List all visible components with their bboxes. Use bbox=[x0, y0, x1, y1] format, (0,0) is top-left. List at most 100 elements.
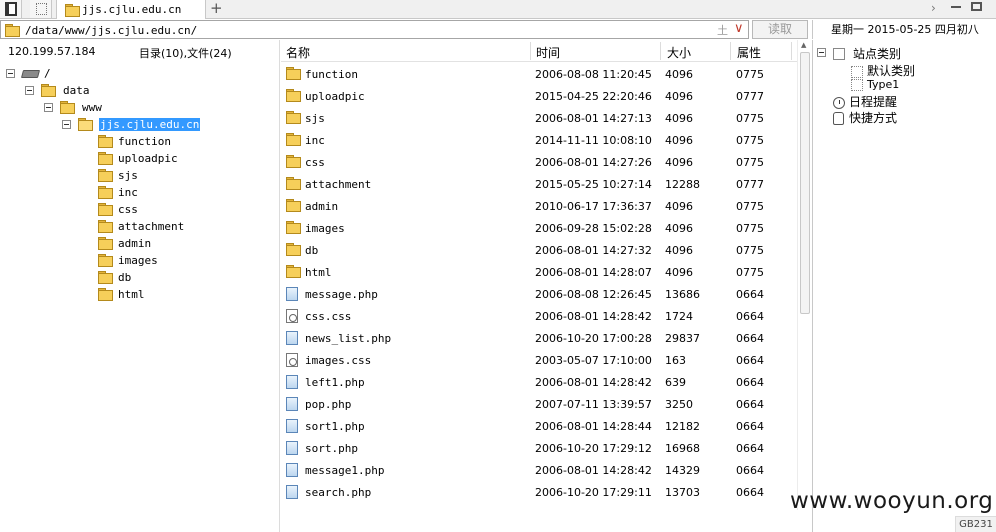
file-size: 13686 bbox=[665, 288, 700, 301]
file-row[interactable]: news_list.php 2006-10-20 17:00:28 29837 066… bbox=[281, 327, 796, 349]
add-tab-button[interactable]: + bbox=[210, 1, 224, 16]
watermark: www.wooyun.org bbox=[790, 488, 994, 514]
collapse-icon[interactable] bbox=[6, 69, 15, 78]
minimize-button[interactable] bbox=[951, 6, 961, 8]
file-time: 2006-08-01 14:27:13 bbox=[535, 112, 652, 125]
file-row[interactable]: db 2006-08-01 14:27:32 4096 0775 bbox=[281, 239, 796, 261]
folder-icon bbox=[98, 169, 113, 182]
file-row[interactable]: sort1.php 2006-08-01 14:28:44 12182 0664 bbox=[281, 415, 796, 437]
column-divider[interactable] bbox=[791, 42, 792, 60]
file-time: 2007-07-11 13:39:57 bbox=[535, 398, 652, 411]
file-name: inc bbox=[305, 134, 325, 147]
file-row[interactable]: function 2006-08-08 11:20:45 4096 0775 bbox=[281, 63, 796, 85]
column-header-size[interactable]: 大小 bbox=[667, 44, 691, 61]
file-row[interactable]: inc 2014-11-11 10:08:10 4096 0775 bbox=[281, 129, 796, 151]
file-row[interactable]: css 2006-08-01 14:27:26 4096 0775 bbox=[281, 151, 796, 173]
maximize-button[interactable] bbox=[971, 2, 982, 11]
tree-label: attachment bbox=[118, 220, 185, 233]
tree-label: www bbox=[82, 101, 102, 114]
file-row[interactable]: pop.php 2007-07-11 13:39:57 3250 0664 bbox=[281, 393, 796, 415]
collapse-icon[interactable] bbox=[44, 103, 53, 112]
file-row[interactable]: search.php 2006-10-20 17:29:11 13703 0664 bbox=[281, 481, 796, 503]
column-divider[interactable] bbox=[530, 42, 531, 60]
category-box-icon bbox=[851, 79, 863, 91]
column-header-perm[interactable]: 属性 bbox=[737, 44, 761, 61]
file-size: 3250 bbox=[665, 398, 693, 411]
file-row[interactable]: images 2006-09-28 15:02:28 4096 0775 bbox=[281, 217, 796, 239]
item-count: 目录(10),文件(24) bbox=[139, 47, 232, 60]
chevron-down-icon[interactable]: ∨ bbox=[734, 21, 744, 36]
vertical-scrollbar[interactable]: ▲ bbox=[797, 40, 811, 510]
file-name: sort1.php bbox=[305, 420, 365, 433]
column-header-name[interactable]: 名称 bbox=[286, 44, 310, 61]
file-time: 2006-08-01 14:28:42 bbox=[535, 376, 652, 389]
file-row[interactable]: images.css 2003-05-07 17:10:00 163 0664 bbox=[281, 349, 796, 371]
category-label: 站点类别 bbox=[853, 47, 902, 61]
file-row[interactable]: html 2006-08-01 14:28:07 4096 0775 bbox=[281, 261, 796, 283]
tree-label: sjs bbox=[118, 169, 138, 182]
file-perm: 0664 bbox=[736, 464, 764, 477]
file-list-header: 名称 时间 大小 属性 bbox=[281, 40, 811, 62]
folder-icon bbox=[98, 220, 113, 233]
file-row[interactable]: sjs 2006-08-01 14:27:13 4096 0775 bbox=[281, 107, 796, 129]
column-divider[interactable] bbox=[660, 42, 661, 60]
encoding-badge[interactable]: GB231 bbox=[955, 516, 996, 532]
file-row[interactable]: message.php 2006-08-08 12:26:45 13686 0664 bbox=[281, 283, 796, 305]
scrollbar-thumb[interactable] bbox=[800, 52, 810, 314]
folder-icon bbox=[98, 152, 113, 165]
file-size: 12288 bbox=[665, 178, 700, 191]
file-row[interactable]: admin 2010-06-17 17:36:37 4096 0775 bbox=[281, 195, 796, 217]
file-name: pop.php bbox=[305, 398, 352, 411]
chevron-right-icon[interactable]: › bbox=[931, 1, 936, 15]
history-icon[interactable]: 土 bbox=[717, 22, 728, 38]
path-input[interactable] bbox=[25, 23, 715, 37]
server-ip: 120.199.57.184 bbox=[8, 45, 96, 58]
file-time: 2006-10-20 17:29:12 bbox=[535, 442, 652, 455]
php-file-icon bbox=[286, 331, 298, 345]
default-category-item[interactable]: 默认类别 bbox=[851, 62, 915, 79]
file-row[interactable]: left1.php 2006-08-01 14:28:42 639 0664 bbox=[281, 371, 796, 393]
file-row[interactable]: sort.php 2006-10-20 17:29:12 16968 0664 bbox=[281, 437, 796, 459]
folder-icon bbox=[286, 221, 301, 234]
read-button[interactable]: 读取 bbox=[752, 20, 808, 39]
file-size: 4096 bbox=[665, 134, 693, 147]
file-perm: 0664 bbox=[736, 354, 764, 367]
folder-icon bbox=[98, 288, 113, 301]
file-time: 2015-04-25 22:20:46 bbox=[535, 90, 652, 103]
folder-icon bbox=[5, 24, 20, 37]
file-time: 2014-11-11 10:08:10 bbox=[535, 134, 652, 147]
file-time: 2006-10-20 17:29:11 bbox=[535, 486, 652, 499]
file-perm: 0664 bbox=[736, 310, 764, 323]
tab-site[interactable]: jjs.cjlu.edu.cn bbox=[56, 0, 206, 19]
file-size: 4096 bbox=[665, 68, 693, 81]
clock-icon bbox=[833, 96, 845, 109]
collapse-icon[interactable] bbox=[62, 120, 71, 129]
page-button[interactable] bbox=[30, 0, 52, 18]
file-name: message1.php bbox=[305, 464, 385, 477]
file-row[interactable]: uploadpic 2015-04-25 22:20:46 4096 0777 bbox=[281, 85, 796, 107]
file-time: 2006-08-01 14:28:42 bbox=[535, 310, 652, 323]
site-panel: 站点类别 默认类别 Type1 日程提醒 快捷方式 bbox=[812, 40, 996, 532]
column-header-time[interactable]: 时间 bbox=[536, 44, 560, 61]
file-row[interactable]: message1.php 2006-08-01 14:28:42 14329 0664 bbox=[281, 459, 796, 481]
file-size: 14329 bbox=[665, 464, 700, 477]
file-row[interactable]: attachment 2015-05-25 10:27:14 12288 0777 bbox=[281, 173, 796, 195]
column-divider[interactable] bbox=[730, 42, 731, 60]
collapse-icon[interactable] bbox=[25, 86, 34, 95]
bookmark-button[interactable] bbox=[0, 0, 22, 18]
file-size: 4096 bbox=[665, 200, 693, 213]
folder-icon bbox=[98, 237, 113, 250]
scroll-up-icon[interactable]: ▲ bbox=[801, 41, 806, 49]
type1-item[interactable]: Type1 bbox=[851, 78, 899, 91]
file-name: message.php bbox=[305, 288, 378, 301]
schedule-item[interactable]: 日程提醒 bbox=[833, 93, 897, 110]
file-name: search.php bbox=[305, 486, 372, 499]
shortcut-item[interactable]: 快捷方式 bbox=[833, 109, 897, 126]
default-category-label: 默认类别 bbox=[867, 64, 916, 78]
collapse-icon[interactable] bbox=[817, 48, 826, 57]
file-row[interactable]: css.css 2006-08-01 14:28:42 1724 0664 bbox=[281, 305, 796, 327]
php-file-icon bbox=[286, 441, 298, 455]
tree-label: html bbox=[118, 288, 145, 301]
file-perm: 0775 bbox=[736, 222, 764, 235]
tree-label: data bbox=[63, 84, 90, 97]
